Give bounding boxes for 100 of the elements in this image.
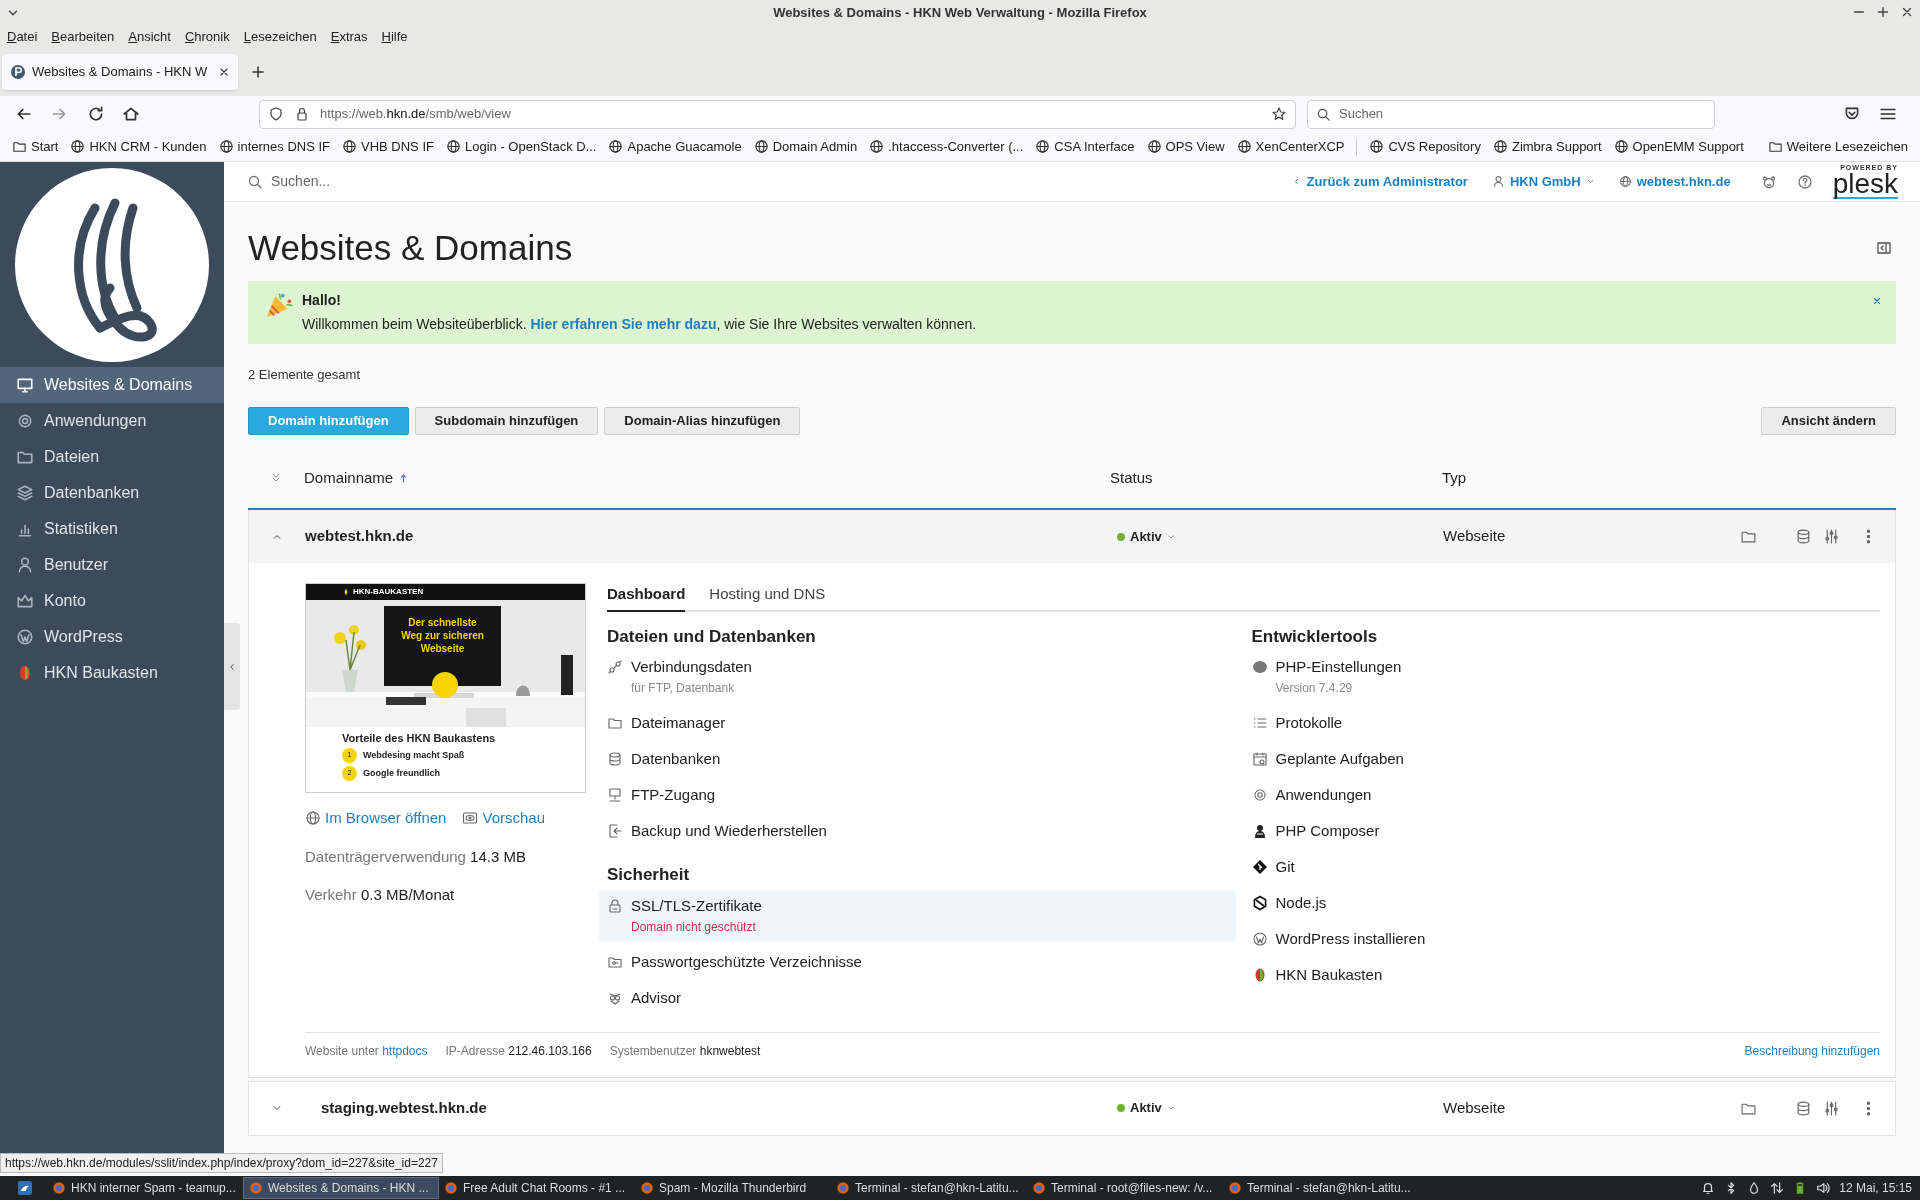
maximize-icon[interactable] [1876, 5, 1890, 19]
taskbar-item[interactable]: Terminal - stefan@hkn-Latitu... [1223, 1177, 1419, 1199]
tool-link[interactable]: Node.js [1243, 887, 1880, 919]
sliders-icon[interactable] [1823, 1099, 1840, 1117]
tool-link[interactable]: Protokolle [1243, 707, 1880, 739]
close-icon[interactable] [1900, 5, 1914, 19]
menu-item[interactable]: Extras [330, 27, 368, 47]
bookmark[interactable]: Login - OpenStack D... [445, 136, 597, 157]
taskbar-item[interactable]: Websites & Domains - HKN ... [243, 1177, 439, 1199]
address-bar[interactable]: https://web.hkn.de/smb/web/view [259, 99, 1296, 129]
tool-link[interactable]: SSL/TLS-Zertifikate Domain nicht geschützt [599, 889, 1236, 942]
sidebar-item[interactable]: Dateien [0, 439, 224, 475]
menu-item[interactable]: Lesezeichen [243, 27, 317, 47]
taskbar-item[interactable]: Terminal - stefan@hkn-Latitu... [831, 1177, 1027, 1199]
column-header[interactable]: Status [1110, 466, 1442, 490]
bookmark[interactable]: HKN CRM - Kunden [70, 136, 207, 157]
menu-item[interactable]: Chronik [184, 27, 230, 47]
sliders-icon[interactable] [1823, 528, 1840, 545]
home-icon[interactable] [122, 105, 140, 123]
bookmark[interactable]: Start [12, 136, 59, 157]
bookmark-folder[interactable]: Weitere Lesezeichen [1767, 136, 1908, 157]
reload-icon[interactable] [87, 105, 105, 123]
volume-icon[interactable] [1816, 1181, 1831, 1195]
taskbar-item[interactable]: Terminal - root@files-new: /v... [1027, 1177, 1223, 1199]
bookmark[interactable]: CVS Repository [1369, 136, 1481, 157]
add-button[interactable]: Domain-Alias hinzufügen [604, 407, 801, 435]
browser-search-field[interactable]: Suchen [1307, 99, 1715, 129]
tool-link[interactable]: PHP-Einstellungen Version 7.4.29 [1243, 651, 1880, 703]
bookmark[interactable]: .htaccess-Converter (... [869, 136, 1024, 157]
menu-item[interactable]: Bearbeiten [51, 27, 115, 47]
column-header[interactable]: Domainname [304, 466, 394, 490]
tool-link[interactable]: Verbindungsdaten für FTP, Datenbank [599, 651, 1236, 703]
sidebar-item[interactable]: WordPress [0, 619, 224, 655]
tool-link[interactable]: Dateimanager [599, 707, 1236, 739]
sidebar-collapse-handle[interactable] [224, 623, 240, 710]
tool-link[interactable]: WordPress installieren [1243, 923, 1880, 955]
folder-link[interactable]: httpdocs [382, 1043, 428, 1058]
domain-name[interactable]: webtest.hkn.de [305, 525, 1111, 548]
tool-link[interactable]: FTP-Zugang [599, 779, 1236, 811]
network-icon[interactable] [1770, 1181, 1785, 1195]
add-button[interactable]: Subdomain hinzufügen [414, 407, 599, 435]
tool-link[interactable]: Geplante Aufgaben [1243, 743, 1880, 775]
start-menu-icon[interactable] [17, 1180, 33, 1196]
database-icon[interactable] [1795, 1099, 1812, 1117]
sidebar-item[interactable]: Websites & Domains [0, 367, 224, 403]
clock[interactable]: 12 Mai, 15:15 [1839, 1179, 1912, 1197]
close-tab-icon[interactable] [218, 66, 230, 78]
bookmark[interactable]: Domain Admin [753, 136, 858, 157]
bookmark-star-icon[interactable] [1271, 106, 1287, 122]
account-menu[interactable]: HKN GmbH [1491, 171, 1595, 192]
preview-link[interactable]: Vorschau [462, 807, 545, 830]
bookmark[interactable]: CSA Interface [1035, 136, 1135, 157]
taskbar-item[interactable]: Free Adult Chat Rooms - #1 ... [439, 1177, 635, 1199]
add-description-link[interactable]: Beschreibung hinzufügen [1744, 1041, 1880, 1060]
domain-link[interactable]: webtest.hkn.de [1618, 171, 1731, 192]
column-header[interactable]: Typ [1442, 466, 1896, 490]
browser-tab[interactable]: Websites & Domains - HKN W [2, 54, 238, 90]
preview-link[interactable]: Im Browser öffnen [305, 807, 447, 830]
sidebar-item[interactable]: Benutzer [0, 547, 224, 583]
bookmark[interactable]: VHB DNS IF [342, 136, 434, 157]
dashboard-tab[interactable]: Hosting und DNS [709, 583, 826, 612]
bookmark[interactable]: XenCenterXCP [1236, 136, 1345, 157]
expand-all-icon[interactable] [270, 472, 282, 484]
tool-link[interactable]: Advisor [599, 981, 1236, 1014]
tool-link[interactable]: Datenbanken [599, 743, 1236, 775]
sidebar-item[interactable]: Datenbanken [0, 475, 224, 511]
sidebar-item[interactable]: Anwendungen [0, 403, 224, 439]
menu-item[interactable]: Hilfe [381, 27, 408, 47]
taskbar-item[interactable]: HKN interner Spam - teamup... [47, 1177, 243, 1199]
sidebar-item[interactable]: HKN Baukasten [0, 655, 224, 691]
collapse-panel-icon[interactable] [1876, 240, 1892, 256]
tool-link[interactable]: Anwendungen [1243, 779, 1880, 811]
bear-icon[interactable] [1760, 173, 1777, 190]
bookmark[interactable]: OpenEMM Support [1613, 136, 1744, 157]
dashboard-tab[interactable]: Dashboard [607, 583, 686, 612]
help-icon[interactable] [1796, 173, 1813, 190]
bookmark[interactable]: internes DNS IF [218, 136, 330, 157]
tool-link[interactable]: HKN Baukasten [1243, 959, 1880, 991]
back-to-admin-link[interactable]: Zurück zum Administrator [1291, 171, 1468, 192]
new-tab-icon[interactable] [250, 64, 266, 80]
bookmark[interactable]: OPS View [1146, 136, 1225, 157]
tool-link[interactable]: Git [1243, 851, 1880, 883]
sidebar-item[interactable]: Statistiken [0, 511, 224, 547]
bookmark[interactable]: Zimbra Support [1492, 136, 1602, 157]
sidebar-item[interactable]: Konto [0, 583, 224, 619]
database-icon[interactable] [1795, 528, 1812, 545]
tool-link[interactable]: Passwortgeschützte Verzeichnisse [599, 945, 1236, 978]
shield-icon[interactable] [268, 106, 284, 122]
bell-icon[interactable] [1701, 1181, 1716, 1195]
close-icon[interactable] [1872, 296, 1882, 306]
search-field[interactable]: Suchen... [271, 171, 331, 192]
tool-link[interactable]: PHP Composer [1243, 815, 1880, 847]
tool-link[interactable]: Backup und Wiederherstellen [599, 815, 1236, 847]
change-view-button[interactable]: Ansicht ändern [1761, 407, 1896, 435]
menu-item[interactable]: Datei [7, 27, 38, 47]
bookmark[interactable]: Apache Guacamole [608, 136, 742, 157]
domain-name[interactable]: staging.webtest.hkn.de [305, 1096, 1111, 1120]
status-label[interactable]: Aktiv [1130, 1098, 1162, 1118]
menu-item[interactable]: Ansicht [128, 27, 171, 47]
status-label[interactable]: Aktiv [1130, 526, 1162, 547]
